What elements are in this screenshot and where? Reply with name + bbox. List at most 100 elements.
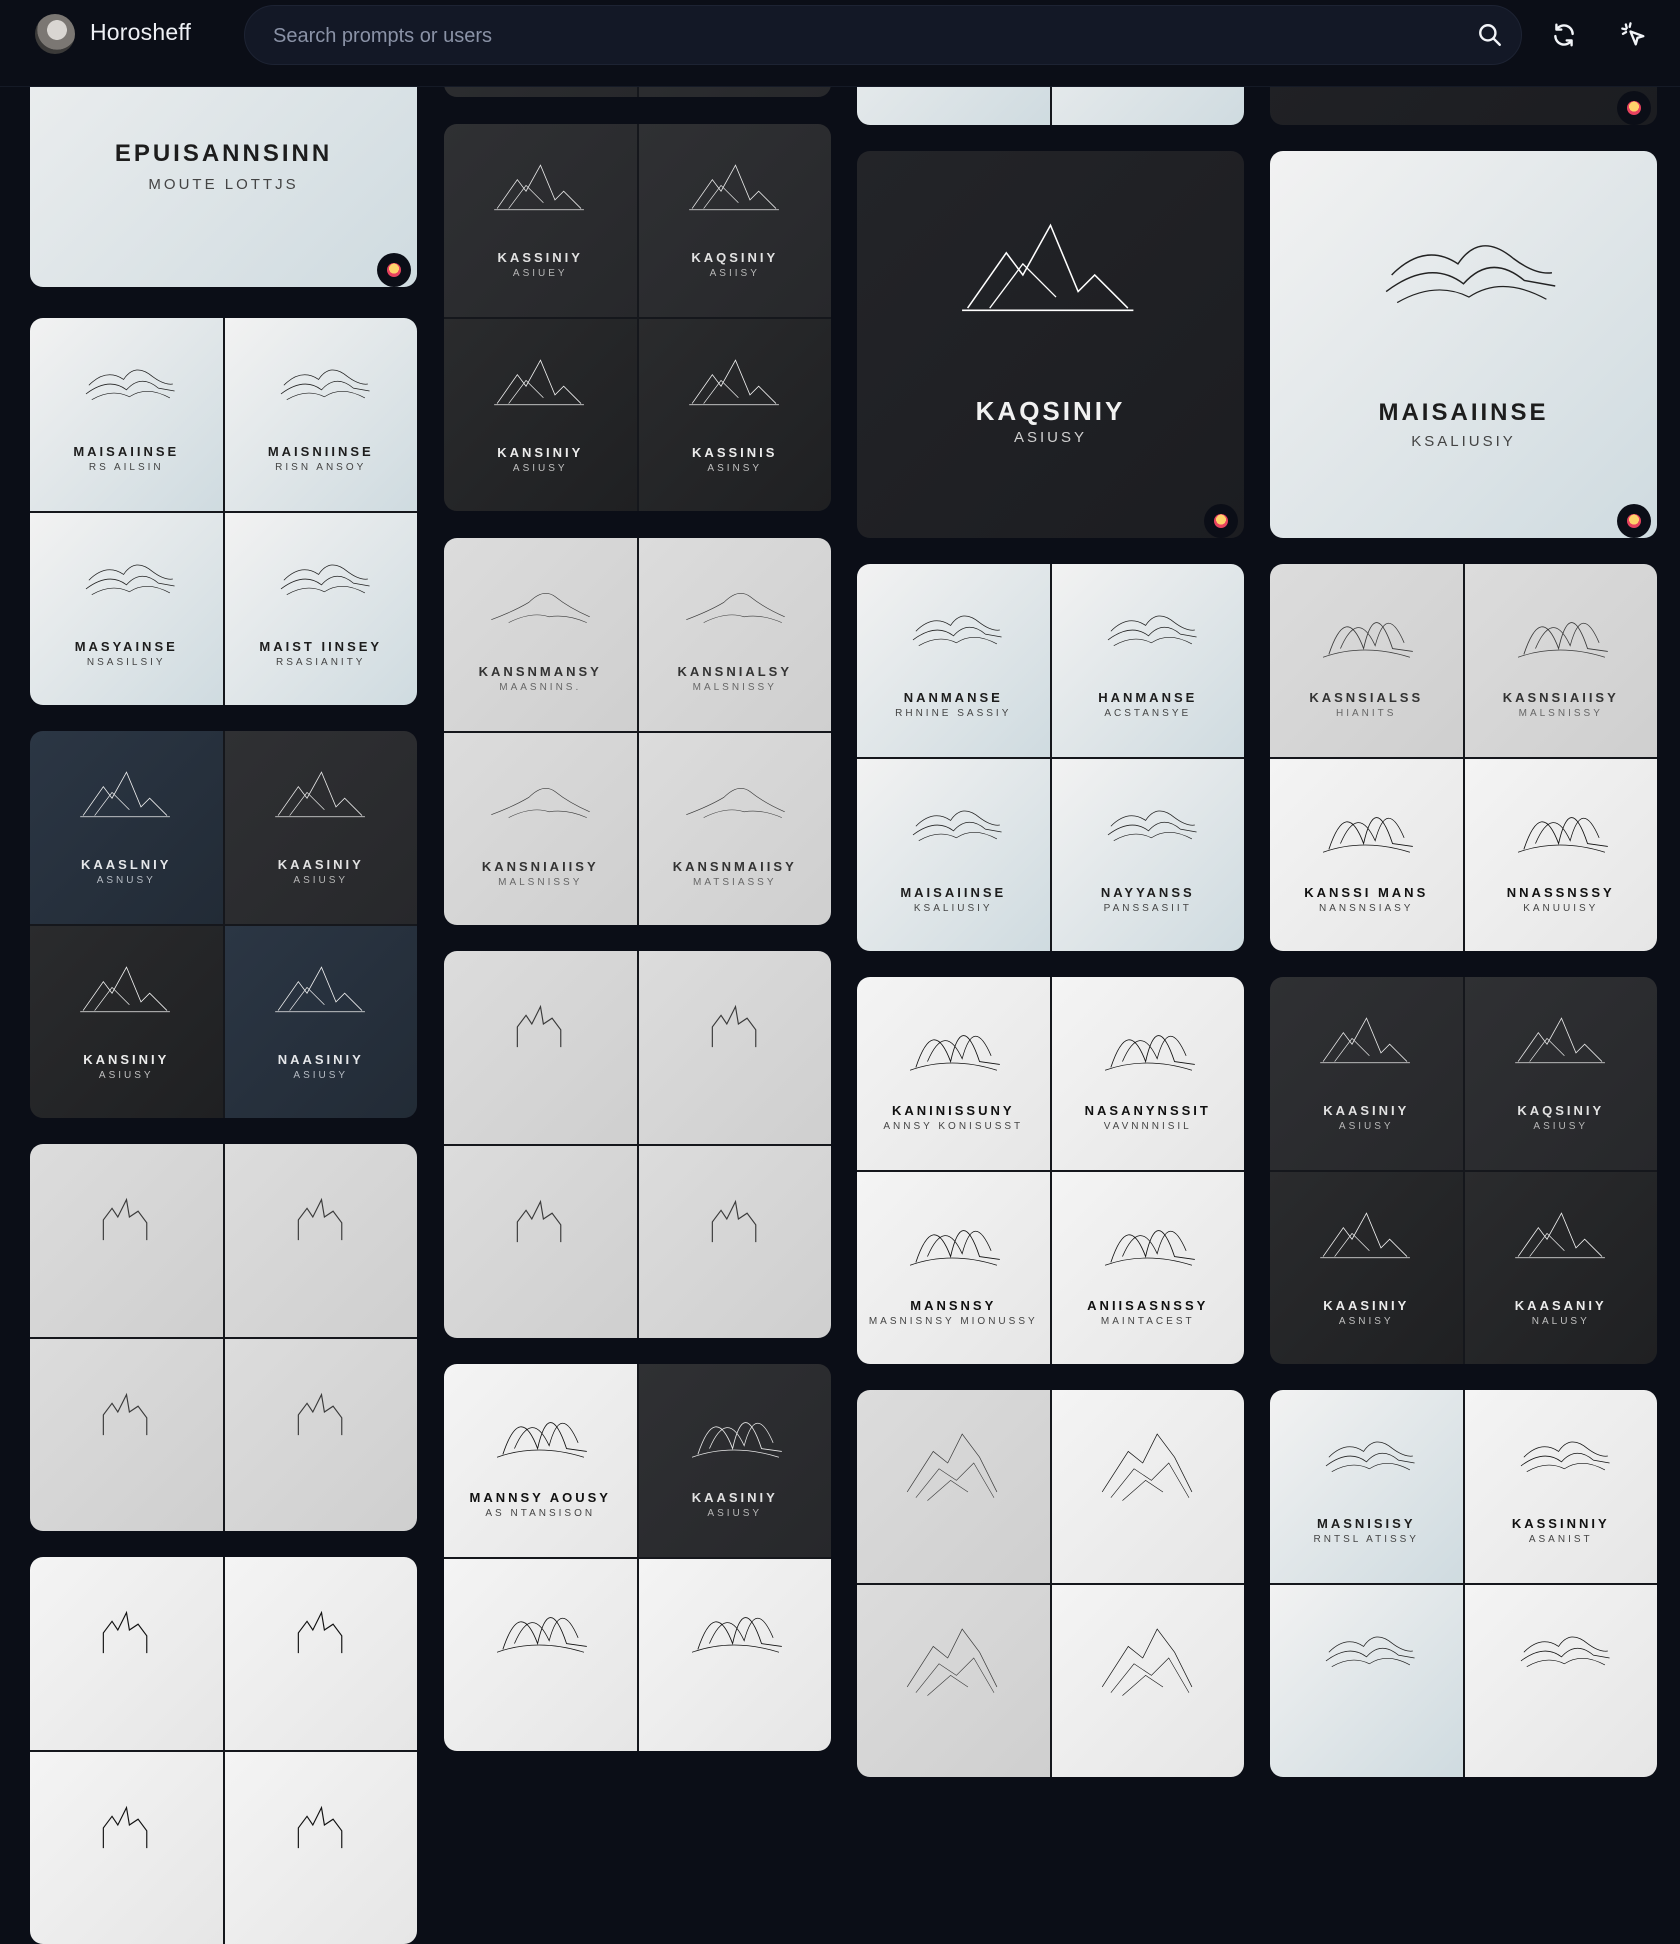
grid-tile[interactable] [639,951,832,1144]
grid-tile[interactable] [225,1752,418,1944]
logo-title: KANSNIALSY [639,664,832,679]
logo-subtitle: RHNINE SASSIY [857,708,1050,719]
image-card[interactable]: KANSNMANSYMAASNINS.KANSNIALSYMALSNISSYKA… [444,538,831,925]
image-card[interactable] [30,1557,417,1944]
grid-tile[interactable]: MAISAIINSERS AILSIN [30,318,223,511]
mountain-logo-icon [657,556,814,666]
grid-tile[interactable]: KAASINIYASIUSY [1270,977,1463,1170]
mountain-logo-icon [48,1575,205,1685]
image-card[interactable]: KASNSIALSSHIANITSKASNSIAIISYMALSNISSYKAN… [1270,564,1657,951]
grid-tile[interactable]: NNASSNSSYKANUUISY [1465,759,1658,952]
grid-tile[interactable]: NASANYNSSITVAVNNNISIL [1052,977,1245,1170]
grid-tile[interactable] [857,1390,1050,1583]
grid-tile[interactable]: KANSSI MANSNANSNSIASY [1270,759,1463,952]
logo-subtitle: ASNUSY [30,875,223,886]
image-card[interactable]: MASNISISYRNTSL ATISSYKASSINNIYASANIST [1270,1390,1657,1777]
grid-tile[interactable]: NANMANSERHNINE SASSIY [857,564,1050,757]
search-input[interactable] [271,6,1425,66]
grid-tile[interactable]: KAQSINIYASIUSY [1465,977,1658,1170]
grid-tile[interactable] [30,1144,223,1337]
grid-tile[interactable]: MAIST IINSEYRSASIANITY [225,513,418,706]
grid-tile[interactable]: KANINISSUNYANNSY KONISUSST [857,977,1050,1170]
image-card[interactable] [444,951,831,1338]
refresh-icon[interactable] [1547,18,1581,52]
logo-subtitle: HIANITS [1270,708,1463,719]
grid-tile[interactable] [444,951,637,1144]
grid-tile[interactable] [639,1146,832,1339]
grid-tile[interactable]: MAISNIINSERISN ANSOY [225,318,418,511]
mountain-logo-icon [462,751,619,861]
grid-tile[interactable]: KANSINIY ASIUSY [444,319,637,512]
image-card[interactable]: KAASLNIYASNUSYKAASINIYASIUSYKANSINIYASIU… [30,731,417,1118]
grid-tile[interactable] [444,1146,637,1339]
image-card[interactable]: KASSINIYASIUEYKAQSINIYASIISY KANSINIY ASIU… [444,124,831,511]
logo-subtitle: ANNSY KONISUSST [857,1121,1050,1132]
grid-tile[interactable]: KAASANIYNALUSY [1465,1172,1658,1365]
grid-tile[interactable] [1052,1390,1245,1583]
favorite-emoji-icon[interactable] [1204,504,1238,538]
logo-title: KANSINIY [444,445,637,460]
grid-tile[interactable] [639,1559,832,1752]
grid-tile[interactable] [225,1557,418,1750]
favorite-emoji-icon[interactable] [1617,91,1651,125]
grid-tile[interactable]: ANIISASNSSYMAINTACEST [1052,1172,1245,1365]
grid-tile[interactable] [30,1557,223,1750]
grid-tile[interactable]: KANSNIALSYMALSNISSY [639,538,832,731]
image-card[interactable]: MANNSY AOUSYAS NTANSISONKAASINIYASIUSY [444,1364,831,1751]
search-icon[interactable] [1475,20,1505,50]
grid-tile[interactable]: KAASINIYASNISY [1270,1172,1463,1365]
mountain-logo-icon [462,142,619,252]
grid-tile[interactable]: MANNSY AOUSYAS NTANSISON [444,1364,637,1557]
grid-tile[interactable]: KAASINIYASIUSY [225,731,418,924]
grid-tile[interactable]: KASSINIYASIUEY [444,124,637,317]
image-card[interactable] [857,1390,1244,1777]
grid-tile[interactable]: KANSINIYASIUSY [30,926,223,1119]
grid-tile[interactable]: KASNSIAIISYMALSNISSY [1465,564,1658,757]
grid-tile[interactable] [1270,1585,1463,1778]
grid-tile[interactable] [1465,1585,1658,1778]
cursor-click-icon[interactable] [1617,18,1651,52]
grid-tile[interactable]: KASNSIALSSHIANITS [1270,564,1463,757]
grid-tile[interactable]: KANSNIAIISYMALSNISSY [444,733,637,926]
grid-tile[interactable] [857,1585,1050,1778]
grid-tile[interactable]: KAQSINIYASIISY [639,124,832,317]
grid-tile[interactable]: MANSNSYMASNISNSY MIONUSSY [857,1172,1050,1365]
logo-subtitle: ASIISY [639,268,832,279]
grid-tile[interactable]: MASYAINSENSASILSIY [30,513,223,706]
image-card[interactable]: KAQSINIYASIUSY [857,151,1244,538]
logo-subtitle: ASIUSY [444,463,637,474]
username[interactable]: Horosheff [90,19,191,46]
image-card[interactable]: MAISAIINSERS AILSINMAISNIINSERISN ANSOYM… [30,318,417,705]
grid-tile[interactable]: NAYYANSSPANSSASIIT [1052,759,1245,952]
grid-tile[interactable]: KASSINNIYASANIST [1465,1390,1658,1583]
image-card[interactable]: KAASINIYASIUSYKAQSINIYASIUSYKAASINIYASNI… [1270,977,1657,1364]
image-card[interactable] [30,1144,417,1531]
logo-subtitle: NALUSY [1465,1316,1658,1327]
avatar[interactable] [35,14,75,54]
grid-tile[interactable]: KANSNMAIISYMATSIASSY [639,733,832,926]
grid-tile[interactable] [225,1339,418,1532]
mountain-logo-icon [1288,777,1445,887]
grid-tile[interactable] [1052,1585,1245,1778]
grid-tile[interactable]: MASNISISYRNTSL ATISSY [1270,1390,1463,1583]
grid-tile[interactable]: KAASINIYASIUSY [639,1364,832,1557]
grid-tile[interactable] [444,1559,637,1752]
grid-tile[interactable] [30,1752,223,1944]
image-card[interactable]: MAISAIINSEKSALIUSIY [1270,151,1657,538]
image-card[interactable]: KANINISSUNYANNSY KONISUSSTNASANYNSSITVAV… [857,977,1244,1364]
grid-tile[interactable] [225,1144,418,1337]
image-card[interactable]: NANMANSERHNINE SASSIYHANMANSEACSTANSYEMA… [857,564,1244,951]
grid-tile[interactable]: KANSNMANSYMAASNINS. [444,538,637,731]
grid-tile[interactable]: MAISAIINSEKSALIUSIY [857,759,1050,952]
grid-tile[interactable]: KASSINISASINSY [639,319,832,512]
mountain-logo-icon [48,1357,205,1467]
grid-tile[interactable]: NAASINIYASIUSY [225,926,418,1119]
search-bar[interactable] [244,5,1522,65]
logo-title: KASSINIY [444,250,637,265]
favorite-emoji-icon[interactable] [1617,504,1651,538]
grid-tile[interactable]: HANMANSEACSTANSYE [1052,564,1245,757]
logo-subtitle: MALSNISSY [1465,708,1658,719]
favorite-emoji-icon[interactable] [377,253,411,287]
grid-tile[interactable]: KAASLNIYASNUSY [30,731,223,924]
grid-tile[interactable] [30,1339,223,1532]
